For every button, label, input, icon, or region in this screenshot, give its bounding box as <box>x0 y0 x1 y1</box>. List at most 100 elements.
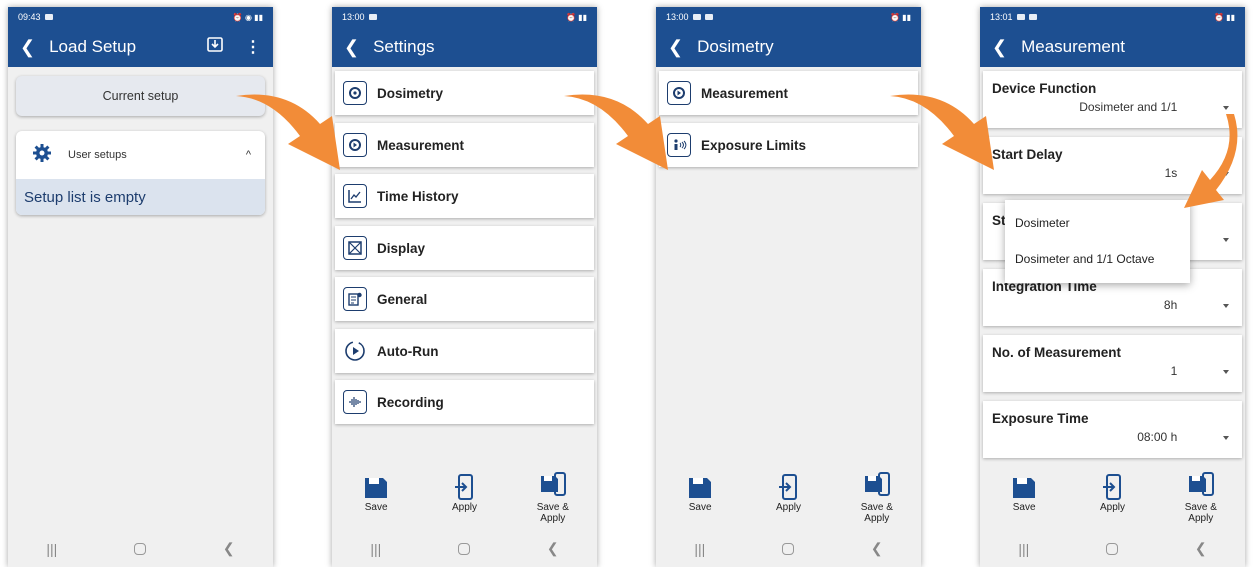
status-bar: 13:00 ⏰ ▮▮ <box>656 7 921 27</box>
menu-label: Display <box>377 240 426 256</box>
menu-item-auto-run[interactable]: Auto-Run <box>335 329 594 373</box>
page-title: Dosimetry <box>697 37 774 56</box>
home-icon[interactable] <box>134 542 147 555</box>
app-bar: ❮ Settings <box>332 27 597 67</box>
nav-back-icon[interactable]: ❮ <box>871 540 883 557</box>
system-nav-bar: ||| ❮ <box>656 530 921 567</box>
more-vert-icon[interactable]: ⋮ <box>245 37 261 57</box>
save-button[interactable]: Save <box>346 472 406 513</box>
apply-icon <box>454 472 474 500</box>
recents-icon[interactable]: ||| <box>1018 541 1029 557</box>
field-value: 8h <box>1163 298 1178 312</box>
display-icon <box>343 236 367 260</box>
apply-label: Apply <box>775 502 801 513</box>
save-apply-icon <box>1187 472 1215 500</box>
dropdown-arrow-icon[interactable] <box>1223 304 1229 308</box>
dropdown-option-dosimeter-octave[interactable]: Dosimeter and 1/1 Octave <box>1015 252 1154 266</box>
apply-button[interactable]: Apply <box>758 472 818 513</box>
user-setups-label: User setups <box>68 149 127 161</box>
system-nav-bar: ||| ❮ <box>8 530 273 567</box>
user-setups-header[interactable]: User setups ^ <box>16 131 265 179</box>
menu-item-display[interactable]: Display <box>335 226 594 270</box>
save-icon <box>363 472 389 500</box>
dropdown-arrow-icon[interactable] <box>1223 238 1229 242</box>
page-title: Measurement <box>1021 37 1126 56</box>
nav-back-icon[interactable]: ❮ <box>547 540 559 557</box>
back-icon[interactable]: ❮ <box>20 38 35 56</box>
number-of-measurement-field[interactable]: No. of Measurement 1 <box>983 335 1242 392</box>
flow-arrow-icon <box>236 94 340 170</box>
field-label: Device Function <box>992 81 1097 96</box>
gear-icon <box>32 143 52 168</box>
menu-item-measurement[interactable]: Measurement <box>659 71 918 115</box>
status-bar: 09:43 ⏰ ◉ ▮▮ <box>8 7 273 27</box>
save-apply-button[interactable]: Save & Apply <box>847 472 907 524</box>
status-bar: 13:00 ⏰ ▮▮ <box>332 7 597 27</box>
system-nav-bar: ||| ❮ <box>332 530 597 567</box>
phone-settings: 13:00 ⏰ ▮▮ ❮ Settings Dosimetry Measurem… <box>332 7 597 567</box>
save-label: Save <box>1012 502 1036 513</box>
field-label: No. of Measurement <box>992 345 1122 360</box>
menu-item-exposure-limits[interactable]: Exposure Limits <box>659 123 918 167</box>
dropdown-arrow-icon[interactable] <box>1223 436 1229 440</box>
status-bar: 13:01 ⏰ ▮▮ <box>980 7 1245 27</box>
field-value: 1s <box>1164 166 1178 180</box>
user-setups-panel: User setups ^ Setup list is empty <box>16 131 265 215</box>
status-time: 13:00 <box>342 12 365 22</box>
apply-label: Apply <box>1099 502 1125 513</box>
home-icon[interactable] <box>458 542 471 555</box>
field-label: Start Delay <box>992 147 1063 162</box>
save-apply-label-1: Save & <box>536 502 569 513</box>
home-icon[interactable] <box>1106 542 1119 555</box>
back-icon[interactable]: ❮ <box>992 38 1007 56</box>
save-apply-icon <box>539 472 567 500</box>
nav-back-icon[interactable]: ❮ <box>1195 540 1207 557</box>
auto-run-icon <box>343 339 367 363</box>
content-area: Dosimetry Measurement Time History Displ… <box>332 67 597 530</box>
menu-label: Measurement <box>701 85 789 101</box>
action-bar: Save Apply Save & Apply <box>980 468 1245 530</box>
field-label: St <box>992 213 1006 228</box>
save-apply-icon <box>863 472 891 500</box>
save-apply-button[interactable]: Save & Apply <box>523 472 583 524</box>
field-label: Exposure Time <box>992 411 1089 426</box>
recents-icon[interactable]: ||| <box>694 541 705 557</box>
save-label: Save <box>688 502 712 513</box>
time-history-icon <box>343 184 367 208</box>
app-bar: ❮ Dosimetry <box>656 27 921 67</box>
apply-label: Apply <box>451 502 477 513</box>
content-area: Measurement Exposure Limits <box>656 67 921 530</box>
back-icon[interactable]: ❮ <box>344 38 359 56</box>
notification-icon <box>704 14 713 20</box>
dropdown-arrow-icon[interactable] <box>1223 370 1229 374</box>
menu-label: Recording <box>377 394 444 410</box>
menu-item-measurement[interactable]: Measurement <box>335 123 594 167</box>
menu-item-general[interactable]: General <box>335 277 594 321</box>
exposure-time-field[interactable]: Exposure Time 08:00 h <box>983 401 1242 458</box>
page-title: Load Setup <box>49 37 137 56</box>
recents-icon[interactable]: ||| <box>370 541 381 557</box>
action-bar: Save Apply Save & Apply <box>332 468 597 530</box>
status-icons: ⏰ ▮▮ <box>890 12 911 22</box>
back-icon[interactable]: ❮ <box>668 38 683 56</box>
app-bar: ❮ Measurement <box>980 27 1245 67</box>
phone-measurement: 13:01 ⏰ ▮▮ ❮ Measurement Device Function… <box>980 7 1245 567</box>
menu-item-recording[interactable]: Recording <box>335 380 594 424</box>
menu-item-dosimetry[interactable]: Dosimetry <box>335 71 594 115</box>
current-setup-button[interactable]: Current setup <box>16 76 265 116</box>
apply-icon <box>1102 472 1122 500</box>
apply-button[interactable]: Apply <box>434 472 494 513</box>
apply-button[interactable]: Apply <box>1082 472 1142 513</box>
home-icon[interactable] <box>782 542 795 555</box>
save-button[interactable]: Save <box>994 472 1054 513</box>
save-button[interactable]: Save <box>670 472 730 513</box>
download-icon[interactable] <box>207 37 223 57</box>
dropdown-option-dosimeter[interactable]: Dosimeter <box>1015 216 1070 230</box>
status-time: 09:43 <box>18 12 41 22</box>
recents-icon[interactable]: ||| <box>46 541 57 557</box>
general-icon <box>343 287 367 311</box>
save-apply-button[interactable]: Save & Apply <box>1171 472 1231 524</box>
nav-back-icon[interactable]: ❮ <box>223 540 235 557</box>
empty-message: Setup list is empty <box>24 188 146 206</box>
menu-item-time-history[interactable]: Time History <box>335 174 594 218</box>
